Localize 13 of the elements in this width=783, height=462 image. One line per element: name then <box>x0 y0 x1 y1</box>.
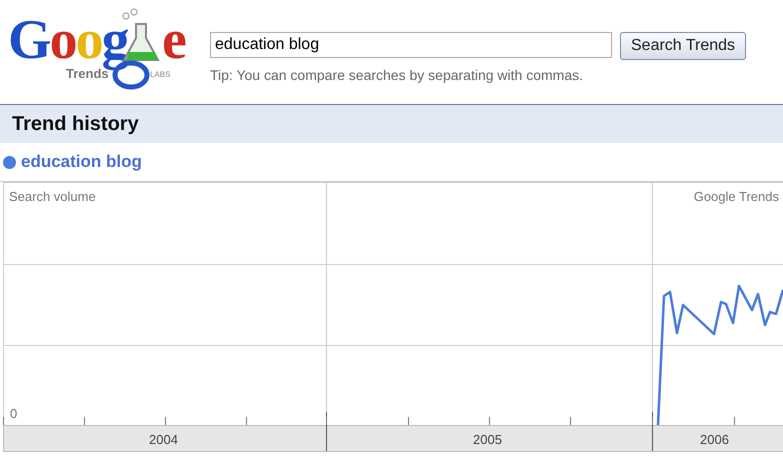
series-label[interactable]: education blog <box>21 152 142 172</box>
axis-label: 0 <box>10 406 18 421</box>
logo-wordmark-end: e <box>162 8 185 71</box>
year-label: 2005 <box>473 432 502 447</box>
axis-title: Search volume <box>9 189 96 204</box>
search-button[interactable]: Search Trends <box>620 32 746 60</box>
section-title: Trend history <box>12 112 139 136</box>
chart-credit: Google Trends <box>694 189 779 204</box>
year-label: 2006 <box>700 432 729 447</box>
labs-label: LABS <box>150 70 170 79</box>
search-field[interactable]: education blog <box>210 32 612 58</box>
year-label: 2004 <box>149 432 178 447</box>
search-tip: Tip: You can compare searches by separating with commas. <box>210 67 584 83</box>
